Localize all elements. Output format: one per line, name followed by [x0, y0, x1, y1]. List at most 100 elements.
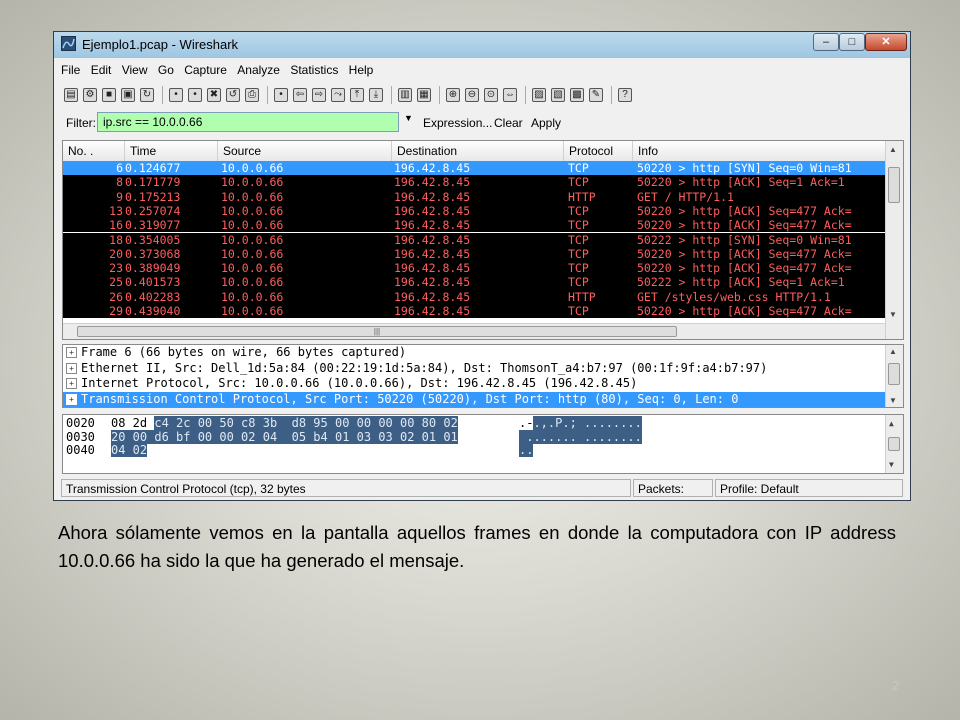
packet-list[interactable]: No. . Time Source Destination Protocol I… — [62, 140, 904, 340]
packet-row[interactable]: 26 0.402283 10.0.0.66 196.42.8.45 HTTP GET /s… — [63, 289, 885, 304]
ascii-bytes[interactable]: .. — [519, 443, 534, 457]
open-file-icon[interactable]: • — [169, 88, 183, 102]
menu-help[interactable]: Help — [349, 63, 374, 77]
scroll-up-icon[interactable]: ▲ — [889, 347, 897, 356]
ascii-plain: .- — [519, 416, 534, 430]
detail-tree-row[interactable]: + Transmission Control Protocol, Src Port… — [63, 391, 885, 407]
expand-icon[interactable]: + — [66, 378, 77, 389]
column-header-info[interactable]: Info — [633, 141, 885, 161]
find-packet-icon[interactable]: • — [274, 88, 288, 102]
details-vertical-scrollbar[interactable]: ▲ ▼ — [885, 345, 903, 407]
packet-row[interactable]: 18 0.354005 10.0.0.66 196.42.8.45 TCP 50222 >… — [63, 232, 885, 247]
start-capture-icon[interactable]: ■ — [102, 88, 116, 102]
close-button[interactable]: ✕ — [865, 33, 907, 51]
filter-input[interactable]: ip.src == 10.0.0.66 — [97, 112, 399, 132]
ascii-bytes[interactable]: ....... ........ — [519, 429, 642, 444]
column-header-protocol[interactable]: Protocol — [564, 141, 633, 161]
column-header-no[interactable]: No. . — [63, 141, 125, 161]
reload-icon[interactable]: ↺ — [226, 88, 240, 102]
packet-cell-info: 50220 > http [ACK] Seq=477 Ack= — [637, 203, 852, 218]
packet-list-horizontal-scrollbar[interactable]: ||| — [63, 323, 885, 339]
detail-tree-row[interactable]: + Frame 6 (66 bytes on wire, 66 bytes cap… — [63, 345, 885, 361]
packet-row[interactable]: 6 0.124677 10.0.0.66 196.42.8.45 TCP 50220 > … — [63, 161, 885, 176]
packet-row[interactable]: 20 0.373068 10.0.0.66 196.42.8.45 TCP 50220 >… — [63, 246, 885, 262]
menu-view[interactable]: View — [122, 63, 148, 77]
packet-list-vertical-scrollbar[interactable]: ▲ ▼ — [885, 141, 903, 339]
title-bar[interactable]: Ejemplo1.pcap - Wireshark – □ ✕ — [54, 32, 910, 58]
packet-cell-info: 50222 > http [SYN] Seq=0 Win=81 — [637, 232, 852, 247]
expand-icon[interactable]: + — [66, 347, 77, 358]
scroll-thumb[interactable] — [888, 167, 900, 203]
scroll-thumb[interactable] — [888, 437, 900, 451]
help-icon[interactable]: ? — [618, 88, 632, 102]
scroll-thumb[interactable] — [888, 363, 900, 385]
menu-edit[interactable]: Edit — [91, 63, 112, 77]
capture-filters-icon[interactable]: ▨ — [532, 88, 546, 102]
menu-go[interactable]: Go — [158, 63, 174, 77]
stop-capture-icon[interactable]: ▣ — [121, 88, 135, 102]
packet-row[interactable]: 8 0.171779 10.0.0.66 196.42.8.45 TCP 50220 > … — [63, 175, 885, 190]
ascii-bytes[interactable]: .-.,.P.; ........ — [519, 416, 642, 430]
scroll-up-icon[interactable]: ▲ — [889, 417, 894, 430]
detail-tree-row[interactable]: + Ethernet II, Src: Dell_1d:5a:84 (00:22:… — [63, 361, 885, 377]
capture-options-icon[interactable]: ⚙ — [83, 88, 97, 102]
zoom-in-icon[interactable]: ⊕ — [446, 88, 460, 102]
packet-row[interactable]: 13 0.257074 10.0.0.66 196.42.8.45 TCP 50220 >… — [63, 203, 885, 219]
packet-cell-source: 10.0.0.66 — [221, 275, 284, 290]
hex-bytes[interactable]: 04 02 — [111, 443, 148, 457]
column-header-time[interactable]: Time — [125, 141, 218, 161]
packet-row[interactable]: 29 0.439040 10.0.0.66 196.42.8.45 TCP 50220 >… — [63, 304, 885, 319]
print-icon[interactable]: ⎙ — [245, 88, 259, 102]
autoscroll-icon[interactable]: ▦ — [417, 88, 431, 102]
packet-cell-source: 10.0.0.66 — [221, 161, 284, 175]
packet-details-pane[interactable]: + Frame 6 (66 bytes on wire, 66 bytes cap… — [62, 344, 904, 408]
go-to-packet-icon[interactable]: ⤳ — [331, 88, 345, 102]
scroll-down-icon[interactable]: ▼ — [889, 310, 897, 319]
zoom-out-icon[interactable]: ⊖ — [465, 88, 479, 102]
resize-columns-icon[interactable]: ⇔ — [503, 88, 517, 102]
coloring-rules-icon[interactable]: ▩ — [570, 88, 584, 102]
minimize-button[interactable]: – — [813, 33, 839, 51]
go-back-icon[interactable]: ⇦ — [293, 88, 307, 102]
display-filters-icon[interactable]: ▧ — [551, 88, 565, 102]
bytes-vertical-scrollbar[interactable]: ▲ ▼ — [885, 415, 903, 473]
menu-statistics[interactable]: Statistics — [290, 63, 338, 77]
go-last-icon[interactable]: ⤓ — [369, 88, 383, 102]
packet-row[interactable]: 9 0.175213 10.0.0.66 196.42.8.45 HTTP GET / H… — [63, 189, 885, 204]
packet-cell-destination: 196.42.8.45 — [394, 275, 471, 290]
column-header-destination[interactable]: Destination — [392, 141, 564, 161]
expand-icon[interactable]: + — [66, 362, 77, 374]
packet-row[interactable]: 25 0.401573 10.0.0.66 196.42.8.45 TCP 50222 >… — [63, 275, 885, 290]
detail-tree-row[interactable]: + Internet Protocol, Src: 10.0.0.66 (10.0… — [63, 376, 885, 392]
save-file-icon[interactable]: • — [188, 88, 202, 102]
scroll-down-icon[interactable]: ▼ — [889, 458, 894, 471]
slide-caption: Ahora sólamente vemos en la pantalla aqu… — [58, 522, 896, 571]
packet-row[interactable]: 16 0.319077 10.0.0.66 196.42.8.45 TCP 50220 >… — [63, 218, 885, 233]
horizontal-scroll-thumb[interactable]: ||| — [77, 326, 677, 337]
preferences-icon[interactable]: ✎ — [589, 88, 603, 102]
packet-row[interactable]: 23 0.389049 10.0.0.66 196.42.8.45 TCP 50220 >… — [63, 261, 885, 276]
expression-button[interactable]: Expression... — [423, 116, 492, 130]
apply-button[interactable]: Apply — [531, 116, 561, 130]
clear-button[interactable]: Clear — [494, 116, 523, 130]
maximize-button[interactable]: □ — [839, 33, 865, 51]
go-first-icon[interactable]: ⤒ — [350, 88, 364, 102]
close-file-icon[interactable]: ✖ — [207, 88, 221, 102]
packet-bytes-pane[interactable]: 0020 08 2d c4 2c 00 50 c8 3b d8 95 00 00 … — [62, 414, 904, 474]
hex-bytes[interactable]: 20 00 d6 bf 00 00 02 04 05 b4 01 03 03 0… — [111, 429, 458, 444]
restart-capture-icon[interactable]: ↻ — [140, 88, 154, 102]
expand-icon[interactable]: + — [66, 393, 77, 405]
menu-file[interactable]: File — [61, 63, 80, 77]
status-profile[interactable]: Profile: Default — [715, 479, 903, 497]
go-forward-icon[interactable]: ⇨ — [312, 88, 326, 102]
normal-size-icon[interactable]: ⊙ — [484, 88, 498, 102]
column-header-source[interactable]: Source — [218, 141, 392, 161]
scroll-down-icon[interactable]: ▼ — [889, 396, 897, 405]
interface-list-icon[interactable]: ▤ — [64, 88, 78, 102]
hex-bytes[interactable]: 08 2d c4 2c 00 50 c8 3b d8 95 00 00 00 0… — [111, 416, 458, 430]
colorize-icon[interactable]: ▥ — [398, 88, 412, 102]
menu-analyze[interactable]: Analyze — [237, 63, 280, 77]
menu-capture[interactable]: Capture — [184, 63, 227, 77]
scroll-up-icon[interactable]: ▲ — [889, 145, 897, 154]
filter-dropdown-icon[interactable]: ▼ — [404, 113, 413, 123]
